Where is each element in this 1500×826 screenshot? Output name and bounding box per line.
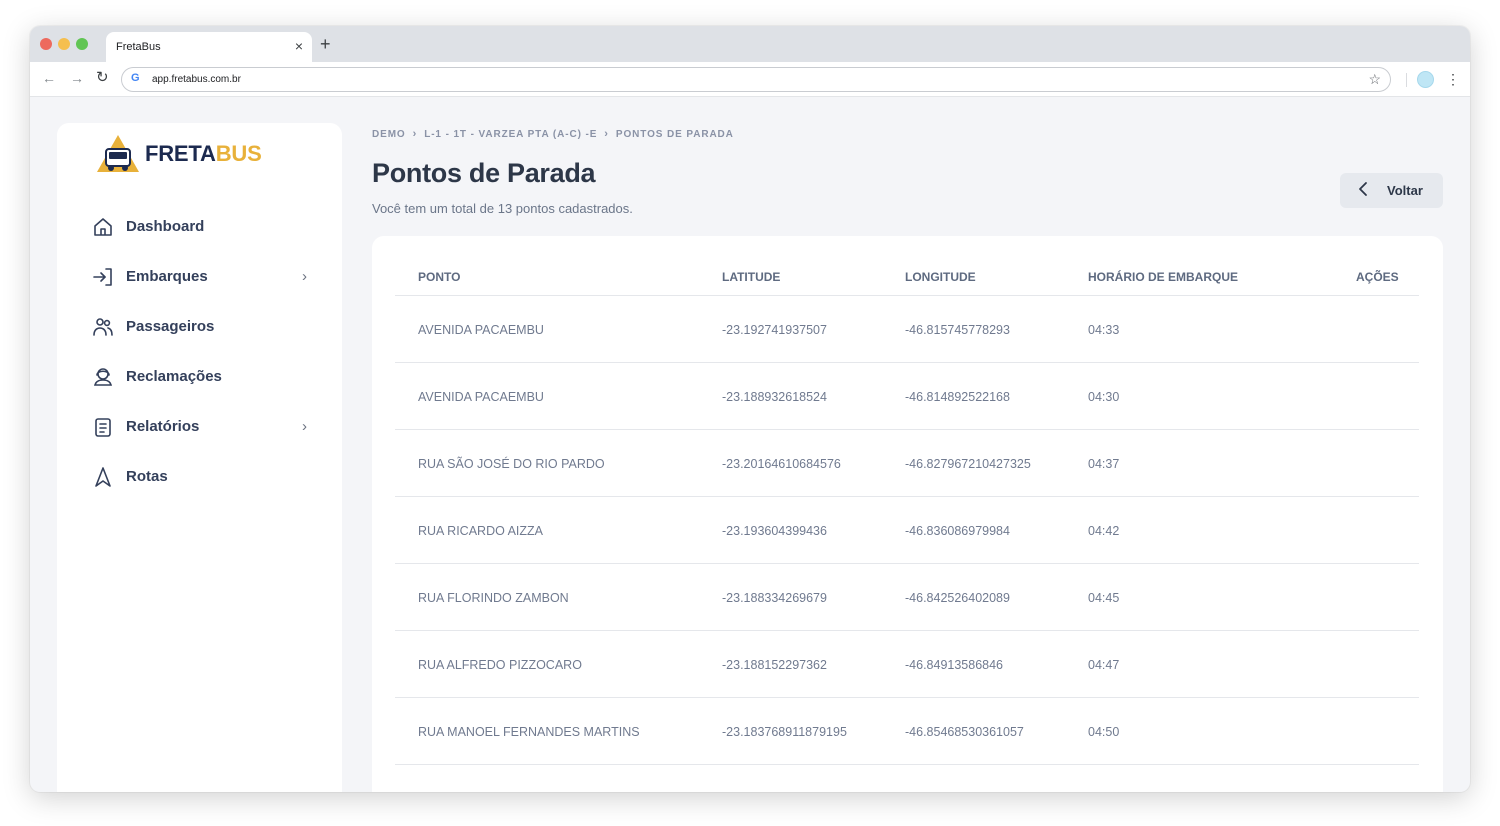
browser-window: FretaBus × + ← → ↻ G app.fretabus.com.br… bbox=[30, 26, 1470, 792]
sidebar-item-label: Relatórios bbox=[126, 418, 200, 435]
chevron-right-icon: › bbox=[302, 268, 307, 285]
maximize-window-button[interactable] bbox=[76, 38, 88, 50]
tab-title: FretaBus bbox=[116, 41, 161, 53]
cell-latitude: -23.188152297362 bbox=[722, 658, 827, 672]
forward-arrow-icon[interactable]: → bbox=[70, 68, 84, 88]
sidebar-item-label: Dashboard bbox=[126, 218, 205, 235]
navigation-icon bbox=[95, 467, 111, 487]
table-row[interactable]: RUA SÃO JOSÉ DO RIO PARDO -23.2016461068… bbox=[395, 430, 1419, 497]
column-header-latitude[interactable]: LATITUDE bbox=[722, 270, 780, 284]
cell-longitude: -46.815745778293 bbox=[905, 323, 1010, 337]
back-button[interactable]: Voltar bbox=[1340, 173, 1443, 208]
cell-longitude: -46.836086979984 bbox=[905, 524, 1010, 538]
new-tab-button[interactable]: + bbox=[320, 35, 331, 53]
kebab-menu-icon[interactable]: ⋮ bbox=[1446, 69, 1460, 89]
cell-latitude: -23.188334269679 bbox=[722, 591, 827, 605]
users-icon bbox=[93, 318, 113, 336]
table-row[interactable]: RUA RICARDO AIZZA -23.193604399436 -46.8… bbox=[395, 497, 1419, 564]
sidebar-item-relatorios[interactable]: Relatórios › bbox=[92, 413, 307, 443]
back-arrow-icon[interactable]: ← bbox=[42, 68, 56, 88]
cell-latitude: -23.193604399436 bbox=[722, 524, 827, 538]
bookmark-star-icon[interactable]: ☆ bbox=[1368, 71, 1381, 88]
url-text[interactable]: app.fretabus.com.br bbox=[152, 74, 241, 85]
sidebar: FRETABUS Dashboard Embarques › Passageir… bbox=[57, 123, 342, 792]
browser-toolbar: ← → ↻ G app.fretabus.com.br ☆ ⋮ bbox=[30, 62, 1470, 97]
cell-latitude: -23.20164610684576 bbox=[722, 457, 841, 471]
cell-ponto: RUA SÃO JOSÉ DO RIO PARDO bbox=[418, 457, 605, 471]
chevron-right-icon: › bbox=[604, 128, 609, 140]
chevron-left-icon bbox=[1359, 182, 1367, 196]
browser-tab[interactable]: FretaBus × bbox=[106, 32, 312, 62]
cell-longitude: -46.842526402089 bbox=[905, 591, 1010, 605]
tab-close-icon[interactable]: × bbox=[295, 38, 303, 54]
table-row[interactable]: RUA FLORINDO ZAMBON -23.188334269679 -46… bbox=[395, 564, 1419, 631]
column-header-longitude[interactable]: LONGITUDE bbox=[905, 270, 976, 284]
table-row[interactable]: AVENIDA PACAEMBU -23.188932618524 -46.81… bbox=[395, 363, 1419, 430]
sidebar-item-label: Passageiros bbox=[126, 318, 215, 335]
google-icon: G bbox=[131, 72, 140, 84]
cell-ponto: RUA RICARDO AIZZA bbox=[418, 524, 544, 538]
table-row[interactable]: RUA MANOEL FERNANDES MARTINS -23.1837689… bbox=[395, 698, 1419, 765]
cell-horario: 04:37 bbox=[1088, 457, 1120, 471]
sidebar-item-label: Reclamações bbox=[126, 368, 222, 385]
chevron-right-icon: › bbox=[412, 128, 418, 140]
cell-latitude: -23.188932618524 bbox=[722, 390, 827, 404]
cell-horario: 04:42 bbox=[1088, 524, 1120, 538]
toolbar-divider bbox=[1406, 73, 1407, 87]
cell-longitude: -46.84913586846 bbox=[905, 658, 1004, 672]
home-icon bbox=[94, 218, 112, 236]
cell-longitude: -46.827967210427325 bbox=[905, 457, 1031, 471]
logo[interactable]: FRETABUS bbox=[95, 133, 315, 179]
column-header-horario[interactable]: HORÁRIO DE EMBARQUE bbox=[1088, 270, 1238, 284]
page-title: Pontos de Parada bbox=[372, 158, 596, 188]
column-header-acoes: AÇÕES bbox=[1356, 270, 1399, 284]
stops-table: PONTO LATITUDE LONGITUDE HORÁRIO DE EMBA… bbox=[372, 236, 1443, 792]
address-bar[interactable]: G app.fretabus.com.br ☆ bbox=[121, 67, 1391, 92]
breadcrumb-item-demo[interactable]: DEMO bbox=[372, 129, 406, 140]
cell-horario: 04:50 bbox=[1088, 725, 1120, 739]
column-header-ponto[interactable]: PONTO bbox=[418, 270, 460, 284]
sidebar-item-embarques[interactable]: Embarques › bbox=[92, 263, 307, 293]
cell-ponto: AVENIDA PACAEMBU bbox=[418, 390, 544, 404]
chevron-right-icon: › bbox=[302, 418, 307, 435]
sidebar-item-label: Embarques bbox=[126, 268, 208, 285]
cell-ponto: RUA ALFREDO PIZZOCARO bbox=[418, 658, 582, 672]
document-icon bbox=[95, 418, 111, 437]
table-row[interactable]: RUA ALFREDO PIZZOCARO -23.188152297362 -… bbox=[395, 631, 1419, 698]
sidebar-item-label: Rotas bbox=[126, 468, 168, 485]
cell-horario: 04:47 bbox=[1088, 658, 1120, 672]
bus-logo-icon bbox=[97, 135, 139, 172]
sidebar-item-passageiros[interactable]: Passageiros bbox=[92, 313, 307, 343]
breadcrumb-item-route[interactable]: L-1 - 1T - VARZEA PTA (A-C) -E bbox=[424, 129, 597, 140]
minimize-window-button[interactable] bbox=[58, 38, 70, 50]
support-agent-icon bbox=[93, 368, 113, 386]
cell-longitude: -46.814892522168 bbox=[905, 390, 1010, 404]
sidebar-item-rotas[interactable]: Rotas bbox=[92, 463, 307, 493]
back-button-label: Voltar bbox=[1387, 183, 1423, 198]
profile-avatar[interactable] bbox=[1417, 71, 1434, 88]
cell-ponto: RUA MANOEL FERNANDES MARTINS bbox=[418, 725, 640, 739]
cell-longitude: -46.85468530361057 bbox=[905, 725, 1024, 739]
reload-icon[interactable]: ↻ bbox=[96, 68, 109, 88]
breadcrumb: DEMO › L-1 - 1T - VARZEA PTA (A-C) -E › PONT… bbox=[372, 128, 972, 140]
logo-text-bus: BUS bbox=[215, 141, 262, 166]
close-window-button[interactable] bbox=[40, 38, 52, 50]
sidebar-item-dashboard[interactable]: Dashboard bbox=[92, 213, 307, 243]
page-subtitle: Você tem um total de 13 pontos cadastrad… bbox=[372, 201, 633, 216]
cell-latitude: -23.192741937507 bbox=[722, 323, 827, 337]
cell-latitude: -23.183768911879195 bbox=[722, 725, 847, 739]
cell-horario: 04:30 bbox=[1088, 390, 1120, 404]
sign-in-icon bbox=[93, 268, 112, 286]
table-row[interactable]: AVENIDA PACAEMBU -23.192741937507 -46.81… bbox=[395, 296, 1419, 363]
cell-ponto: AVENIDA PACAEMBU bbox=[418, 323, 544, 337]
logo-text-freta: FRETA bbox=[145, 141, 216, 166]
cell-horario: 04:45 bbox=[1088, 591, 1120, 605]
tab-strip: FretaBus × + bbox=[30, 26, 1470, 62]
breadcrumb-item-current: PONTOS DE PARADA bbox=[615, 129, 734, 140]
logo-wordmark: FRETABUS bbox=[145, 141, 262, 167]
cell-ponto: RUA FLORINDO ZAMBON bbox=[418, 591, 569, 605]
sidebar-item-reclamacoes[interactable]: Reclamações bbox=[92, 363, 307, 393]
cell-horario: 04:33 bbox=[1088, 323, 1120, 337]
